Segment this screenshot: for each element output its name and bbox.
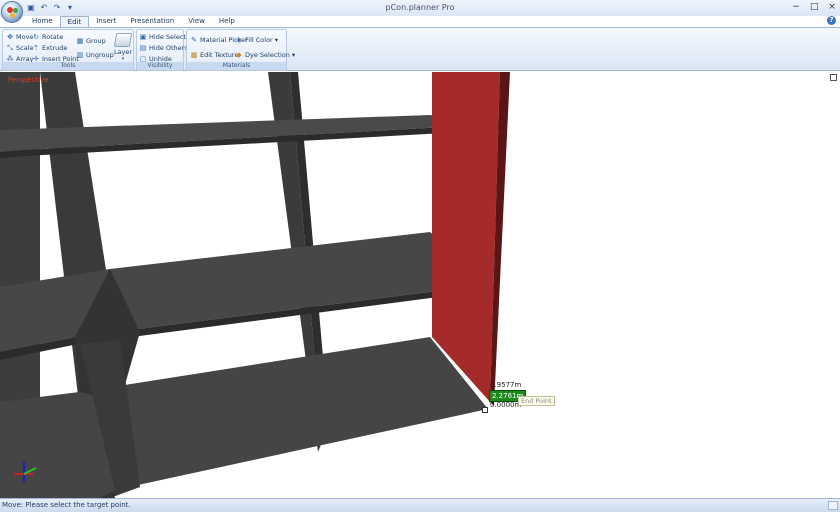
hide-others-label: Hide Others bbox=[149, 44, 188, 52]
orb-logo-green bbox=[13, 8, 18, 13]
tools-group-label: Tools bbox=[3, 62, 133, 70]
dye-selection-dropdown-icon: ▾ bbox=[291, 51, 296, 59]
rotate-button[interactable]: ↻ Rotate bbox=[32, 32, 63, 42]
visibility-group-label: Visibility bbox=[137, 62, 183, 70]
extrude-label: Extrude bbox=[42, 44, 68, 52]
maximize-button[interactable]: □ bbox=[810, 2, 819, 12]
ribbon: ✥ Move ↻ Rotate ⤡ Scale ⇡ Extrude ⁂ Array ✛ In… bbox=[0, 27, 840, 71]
help-icon[interactable]: ? bbox=[827, 16, 836, 25]
hide-selection-icon: ▣ bbox=[139, 33, 147, 41]
group-label: Group bbox=[86, 37, 106, 45]
move-label: Move bbox=[16, 33, 34, 41]
minimize-button[interactable]: − bbox=[792, 2, 800, 12]
title-bar: ▣ ↶ ↷ ▾ pCon.planner Pro − □ × bbox=[0, 0, 840, 23]
window-title: pCon.planner Pro bbox=[385, 3, 455, 12]
materials-group: ✎ Material Picker ◈ Fill Color ▾ ▩ Edit Text… bbox=[186, 29, 295, 71]
window-controls: − □ × bbox=[792, 2, 836, 12]
orb-logo-yellow bbox=[10, 13, 15, 18]
ribbon-tabs: Home Edit Insert Presentation View Help bbox=[25, 16, 242, 28]
shelf-scene[interactable] bbox=[0, 72, 840, 498]
shelf-board-bottom bbox=[0, 337, 488, 498]
visibility-group: ▣ Hide Selection ▤ Hide Others ▢ Unhide Vis… bbox=[136, 29, 196, 71]
ungroup-icon: ▥ bbox=[76, 51, 84, 59]
tab-home[interactable]: Home bbox=[25, 16, 60, 27]
scale-label: Scale bbox=[16, 44, 34, 52]
dye-icon: ◆ bbox=[236, 51, 242, 59]
layer-icon bbox=[113, 33, 133, 47]
edit-texture-label: Edit Texture bbox=[200, 51, 239, 59]
hide-others-icon: ▤ bbox=[139, 44, 147, 52]
tab-presentation[interactable]: Presentation bbox=[123, 16, 181, 27]
ungroup-label: Ungroup bbox=[86, 51, 114, 59]
extrude-icon: ⇡ bbox=[33, 44, 39, 52]
status-text: Move: Please select the target point. bbox=[2, 501, 131, 509]
status-bar: Move: Please select the target point. bbox=[0, 498, 840, 512]
move-button[interactable]: ✥ Move bbox=[6, 32, 33, 42]
dye-selection-label: Dye Selection bbox=[245, 51, 290, 59]
hide-others-button[interactable]: ▤ Hide Others bbox=[139, 43, 188, 53]
close-button[interactable]: × bbox=[828, 2, 836, 12]
materials-group-label: Materials bbox=[187, 62, 286, 70]
snap-tooltip: End Point bbox=[518, 396, 555, 406]
scale-icon: ⤡ bbox=[7, 44, 13, 52]
dye-selection-button[interactable]: ◆ Dye Selection ▾ bbox=[235, 50, 295, 60]
group-button[interactable]: ▦ Group bbox=[76, 36, 106, 46]
texture-icon: ▩ bbox=[190, 51, 198, 59]
viewport-restore-icon[interactable] bbox=[830, 74, 837, 81]
3d-viewport[interactable]: Perspective 0.9577m 2.2761m 0.0000m End … bbox=[0, 72, 840, 498]
fill-color-label: Fill Color bbox=[245, 36, 273, 44]
layer-label: Layer bbox=[113, 48, 133, 56]
edit-texture-button[interactable]: ▩ Edit Texture bbox=[190, 50, 239, 60]
extrude-button[interactable]: ⇡ Extrude bbox=[32, 43, 67, 53]
rotate-label: Rotate bbox=[42, 33, 64, 41]
paint-bucket-icon: ◈ bbox=[236, 36, 242, 44]
status-grip-icon[interactable] bbox=[828, 501, 838, 510]
tools-group: ✥ Move ↻ Rotate ⤡ Scale ⇡ Extrude ⁂ Array ✛ In… bbox=[2, 29, 134, 71]
tab-view[interactable]: View bbox=[181, 16, 212, 27]
rotate-icon: ↻ bbox=[33, 33, 39, 41]
tab-help[interactable]: Help bbox=[212, 16, 242, 27]
group-icon: ▦ bbox=[76, 37, 84, 45]
measure-readout-3: 0.0000m bbox=[490, 401, 522, 409]
layer-button[interactable]: Layer ▾ bbox=[111, 33, 135, 63]
eyedropper-icon: ✎ bbox=[191, 36, 197, 44]
view-mode-label[interactable]: Perspective bbox=[8, 76, 49, 84]
tab-insert[interactable]: Insert bbox=[89, 16, 123, 27]
fill-color-button[interactable]: ◈ Fill Color ▾ bbox=[235, 35, 278, 45]
fill-color-dropdown-icon: ▾ bbox=[274, 36, 278, 44]
scale-button[interactable]: ⤡ Scale bbox=[6, 43, 34, 53]
move-icon: ✥ bbox=[7, 33, 13, 41]
cursor-snap-marker bbox=[482, 407, 488, 413]
application-menu-button[interactable] bbox=[1, 1, 23, 23]
measure-readout-1: 0.9577m bbox=[490, 381, 522, 389]
ungroup-button[interactable]: ▥ Ungroup bbox=[76, 50, 114, 60]
